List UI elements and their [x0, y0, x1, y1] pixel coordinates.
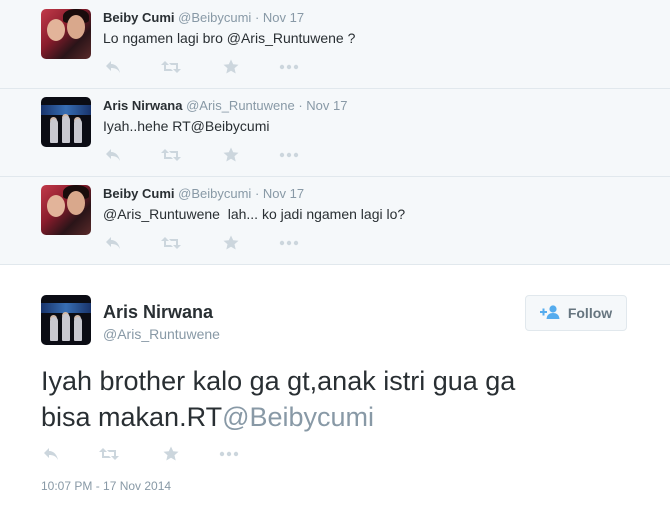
reply-tweet[interactable]: Beiby Cumi @Beibycumi · Nov 17 @Aris_Run… [0, 176, 670, 264]
fullname[interactable]: Beiby Cumi [103, 10, 175, 25]
avatar[interactable] [41, 185, 91, 235]
tweet-header: Beiby Cumi @Beibycumi · Nov 17 [103, 10, 304, 25]
tweet-actions [41, 445, 261, 463]
fullname[interactable]: Aris Nirwana [103, 302, 213, 323]
mention-link[interactable]: @Beibycumi [222, 402, 374, 432]
follow-person-icon [539, 304, 560, 323]
more-icon[interactable] [279, 58, 299, 76]
tweet-actions [103, 58, 323, 76]
retweet-icon[interactable] [161, 146, 181, 164]
retweet-icon[interactable] [161, 234, 181, 252]
tweet-text: Lo ngamen lagi bro @Aris_Runtuwene ? [103, 30, 356, 46]
more-icon[interactable] [219, 445, 239, 463]
tweet-actions [103, 146, 323, 164]
tweet-text: @Aris_Runtuwene lah... ko jadi ngamen la… [103, 206, 406, 222]
follow-button[interactable]: Follow [525, 295, 627, 331]
avatar[interactable] [41, 97, 91, 147]
conversation-replies: Beiby Cumi @Beibycumi · Nov 17 Lo ngamen… [0, 0, 670, 265]
tweet-text: Iyah brother kalo ga gt,anak istri gua g… [41, 363, 641, 435]
fullname[interactable]: Aris Nirwana [103, 98, 182, 113]
reply-tweet[interactable]: Aris Nirwana @Aris_Runtuwene · Nov 17 Iy… [0, 88, 670, 177]
reply-tweet[interactable]: Beiby Cumi @Beibycumi · Nov 17 Lo ngamen… [0, 0, 670, 89]
tweet-timestamp[interactable]: 10:07 PM - 17 Nov 2014 [41, 479, 171, 493]
separator: · [298, 98, 303, 113]
username[interactable]: @Aris_Runtuwene [186, 98, 295, 113]
timestamp[interactable]: Nov 17 [263, 186, 304, 201]
more-icon[interactable] [279, 234, 299, 252]
username[interactable]: @Beibycumi [178, 186, 251, 201]
permalink-tweet: Aris Nirwana @Aris_Runtuwene Follow Iyah… [0, 265, 670, 527]
tweet-text: Iyah..hehe RT@Beibycumi [103, 118, 270, 134]
avatar[interactable] [41, 9, 91, 59]
star-icon[interactable] [221, 146, 241, 164]
username[interactable]: @Beibycumi [178, 10, 251, 25]
reply-icon[interactable] [103, 146, 123, 164]
timestamp[interactable]: Nov 17 [306, 98, 347, 113]
reply-icon[interactable] [103, 58, 123, 76]
tweet-header: Aris Nirwana @Aris_Runtuwene · Nov 17 [103, 98, 348, 113]
star-icon[interactable] [221, 58, 241, 76]
follow-label: Follow [567, 305, 613, 321]
star-icon[interactable] [221, 234, 241, 252]
tweet-actions [103, 234, 323, 252]
separator: · [254, 10, 260, 25]
more-icon[interactable] [279, 146, 299, 164]
tweet-text-line: Iyah brother kalo ga gt,anak istri gua g… [41, 366, 516, 396]
reply-icon[interactable] [103, 234, 123, 252]
avatar[interactable] [41, 295, 91, 345]
retweet-icon[interactable] [99, 445, 119, 463]
username[interactable]: @Aris_Runtuwene [103, 326, 220, 342]
reply-icon[interactable] [41, 445, 61, 463]
tweet-text-segment: bisa makan.RT [41, 402, 223, 432]
star-icon[interactable] [161, 445, 181, 463]
tweet-header: Beiby Cumi @Beibycumi · Nov 17 [103, 186, 304, 201]
fullname[interactable]: Beiby Cumi [103, 186, 175, 201]
retweet-icon[interactable] [161, 58, 181, 76]
separator: · [254, 186, 260, 201]
tweet-text-line: bisa makan.RT@Beibycumi [41, 399, 641, 435]
timestamp[interactable]: Nov 17 [263, 10, 304, 25]
